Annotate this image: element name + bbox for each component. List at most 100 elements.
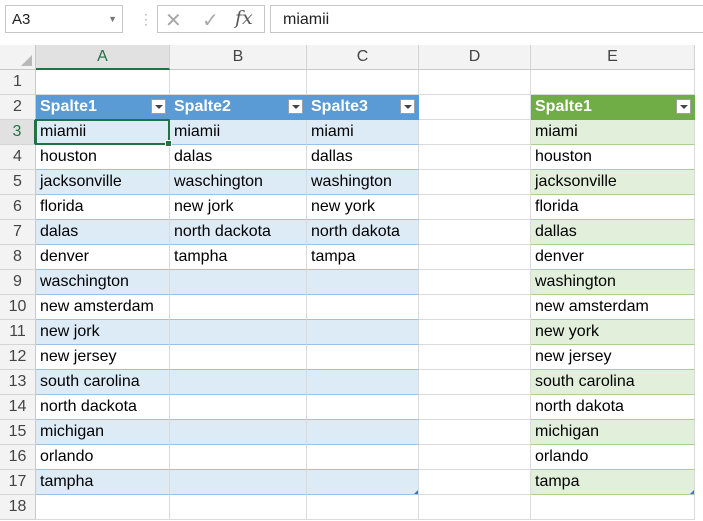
table-cell-b[interactable]: [170, 470, 307, 495]
drag-handle-icon[interactable]: ⋮: [139, 11, 153, 28]
table-cell-e[interactable]: orlando: [531, 445, 695, 470]
grid-cell[interactable]: [170, 495, 307, 520]
formula-input[interactable]: miamii: [270, 5, 703, 33]
row-header-9[interactable]: 9: [0, 270, 36, 295]
column-header-e[interactable]: E: [531, 45, 695, 70]
table-cell-a[interactable]: tampha: [36, 470, 170, 495]
row-header-4[interactable]: 4: [0, 145, 36, 170]
filter-dropdown-icon[interactable]: [400, 99, 415, 114]
row-header-12[interactable]: 12: [0, 345, 36, 370]
grid-cell[interactable]: [419, 370, 531, 395]
table-cell-e[interactable]: florida: [531, 195, 695, 220]
grid-cell[interactable]: [419, 445, 531, 470]
column-header-a[interactable]: A: [36, 45, 170, 70]
filter-dropdown-icon[interactable]: [288, 99, 303, 114]
table-cell-e[interactable]: michigan: [531, 420, 695, 445]
table-cell-e[interactable]: north dakota: [531, 395, 695, 420]
table-cell-c[interactable]: [307, 320, 419, 345]
table-cell-a[interactable]: new amsterdam: [36, 295, 170, 320]
grid-cell[interactable]: [36, 495, 170, 520]
table-cell-c[interactable]: north dakota: [307, 220, 419, 245]
table-cell-a[interactable]: jacksonville: [36, 170, 170, 195]
row-header-7[interactable]: 7: [0, 220, 36, 245]
table-cell-c[interactable]: [307, 420, 419, 445]
checkmark-icon[interactable]: ✓: [202, 8, 219, 33]
table-cell-a[interactable]: florida: [36, 195, 170, 220]
table1-header-cell[interactable]: Spalte3: [307, 95, 419, 120]
table-cell-c[interactable]: [307, 295, 419, 320]
table-cell-a[interactable]: miamii: [36, 120, 170, 145]
table-cell-c[interactable]: [307, 395, 419, 420]
table-cell-a[interactable]: waschington: [36, 270, 170, 295]
column-header-d[interactable]: D: [419, 45, 531, 70]
table1-header-cell[interactable]: Spalte2: [170, 95, 307, 120]
grid-cell[interactable]: [419, 220, 531, 245]
table-cell-a[interactable]: dalas: [36, 220, 170, 245]
table1-header-cell[interactable]: Spalte1: [36, 95, 170, 120]
row-header-1[interactable]: 1: [0, 70, 36, 95]
grid-cell[interactable]: [419, 245, 531, 270]
table-cell-c[interactable]: miami: [307, 120, 419, 145]
table-cell-b[interactable]: [170, 270, 307, 295]
table-cell-b[interactable]: [170, 420, 307, 445]
chevron-down-icon[interactable]: ▼: [108, 14, 117, 24]
table-cell-a[interactable]: north dackota: [36, 395, 170, 420]
table1-resize-handle[interactable]: [414, 490, 418, 494]
grid-cell[interactable]: [419, 170, 531, 195]
grid-cell[interactable]: [419, 470, 531, 495]
table-cell-e[interactable]: new amsterdam: [531, 295, 695, 320]
table-cell-b[interactable]: new jork: [170, 195, 307, 220]
grid-cell[interactable]: [419, 345, 531, 370]
grid-cell[interactable]: [419, 295, 531, 320]
grid-cell[interactable]: [419, 195, 531, 220]
table2-resize-handle[interactable]: [690, 490, 694, 494]
table-cell-e[interactable]: washington: [531, 270, 695, 295]
grid-cell[interactable]: [419, 120, 531, 145]
table-cell-a[interactable]: houston: [36, 145, 170, 170]
table-cell-b[interactable]: [170, 395, 307, 420]
name-box[interactable]: A3 ▼: [5, 5, 123, 33]
table2-header-cell[interactable]: Spalte1: [531, 95, 695, 120]
table-cell-e[interactable]: dallas: [531, 220, 695, 245]
table-cell-e[interactable]: houston: [531, 145, 695, 170]
table-cell-c[interactable]: [307, 470, 419, 495]
table-cell-b[interactable]: [170, 345, 307, 370]
column-header-b[interactable]: B: [170, 45, 307, 70]
filter-dropdown-icon[interactable]: [676, 99, 691, 114]
row-header-18[interactable]: 18: [0, 495, 36, 520]
table-cell-a[interactable]: south carolina: [36, 370, 170, 395]
grid-cell[interactable]: [170, 70, 307, 95]
table-cell-b[interactable]: dalas: [170, 145, 307, 170]
grid-cell[interactable]: [419, 95, 531, 120]
table-cell-e[interactable]: south carolina: [531, 370, 695, 395]
table-cell-c[interactable]: [307, 370, 419, 395]
table-cell-a[interactable]: michigan: [36, 420, 170, 445]
table-cell-e[interactable]: jacksonville: [531, 170, 695, 195]
table-cell-c[interactable]: [307, 345, 419, 370]
table-cell-c[interactable]: [307, 445, 419, 470]
table-cell-b[interactable]: waschington: [170, 170, 307, 195]
row-header-5[interactable]: 5: [0, 170, 36, 195]
table-cell-b[interactable]: [170, 295, 307, 320]
table-cell-c[interactable]: dallas: [307, 145, 419, 170]
filter-dropdown-icon[interactable]: [151, 99, 166, 114]
column-header-c[interactable]: C: [307, 45, 419, 70]
table-cell-a[interactable]: orlando: [36, 445, 170, 470]
table-cell-b[interactable]: miamii: [170, 120, 307, 145]
table-cell-c[interactable]: new york: [307, 195, 419, 220]
row-header-11[interactable]: 11: [0, 320, 36, 345]
table-cell-a[interactable]: new jersey: [36, 345, 170, 370]
row-header-10[interactable]: 10: [0, 295, 36, 320]
grid-cell[interactable]: [419, 70, 531, 95]
table-cell-e[interactable]: tampa: [531, 470, 695, 495]
grid-cell[interactable]: [531, 70, 695, 95]
grid-cell[interactable]: [36, 70, 170, 95]
table-cell-b[interactable]: [170, 445, 307, 470]
grid-cell[interactable]: [419, 145, 531, 170]
cancel-icon[interactable]: ✕: [165, 8, 182, 33]
table-cell-e[interactable]: miami: [531, 120, 695, 145]
table-cell-c[interactable]: tampa: [307, 245, 419, 270]
table-cell-c[interactable]: washington: [307, 170, 419, 195]
table-cell-e[interactable]: new jersey: [531, 345, 695, 370]
row-header-3[interactable]: 3: [0, 120, 36, 145]
